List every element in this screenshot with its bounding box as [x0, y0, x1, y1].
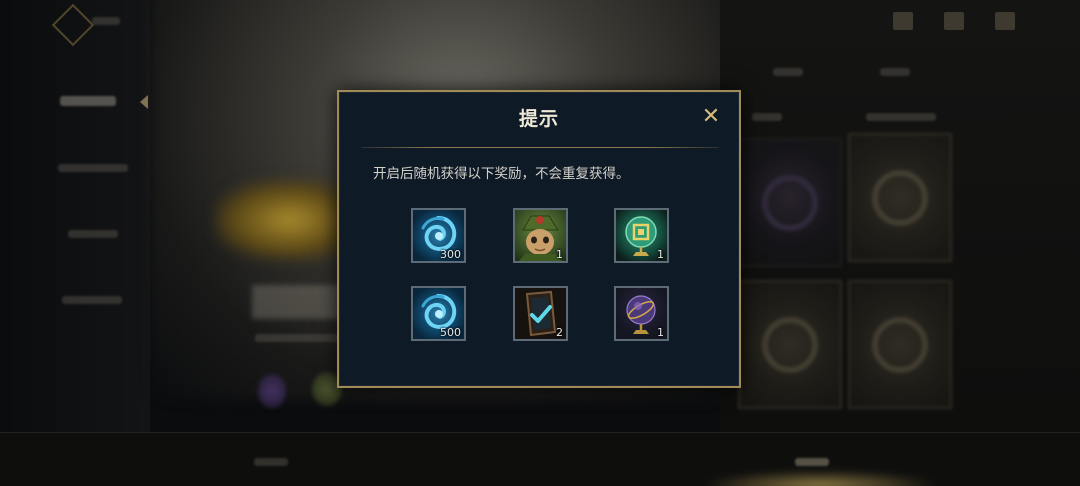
- hero-title-blur: [252, 285, 342, 319]
- sidebar-item-4[interactable]: [62, 296, 122, 304]
- reward-count: 300: [440, 248, 461, 261]
- tab-1-blur[interactable]: [773, 68, 803, 76]
- bg-tile-4: [848, 280, 952, 409]
- top-icon-3[interactable]: [995, 12, 1015, 30]
- reward-item[interactable]: 1: [614, 286, 669, 341]
- sidebar-item-active[interactable]: [60, 96, 116, 106]
- sidebar-active-marker: [140, 95, 148, 109]
- reward-item[interactable]: 500: [411, 286, 466, 341]
- filter-1-blur[interactable]: [752, 113, 782, 121]
- top-icon-2[interactable]: [944, 12, 964, 30]
- bottom-button-2-blur[interactable]: [795, 458, 829, 466]
- bg-tile-1: [738, 138, 842, 267]
- bg-orb-1: [258, 374, 286, 408]
- sidebar-item-3[interactable]: [68, 230, 118, 238]
- reward-preview-dialog: 提示 ✕ 开启后随机获得以下奖励，不会重复获得。 300 1 1 500 2 1: [337, 90, 741, 388]
- dialog-title: 提示: [518, 108, 559, 130]
- dialog-description: 开启后随机获得以下奖励，不会重复获得。: [373, 166, 630, 182]
- reward-item[interactable]: 300: [411, 208, 466, 263]
- title-divider: [361, 147, 719, 148]
- tab-2-blur[interactable]: [880, 68, 910, 76]
- header-label-blur: [92, 17, 120, 25]
- sidebar-item-2[interactable]: [58, 164, 128, 172]
- bg-tile-3: [738, 280, 842, 409]
- close-icon[interactable]: ✕: [700, 106, 722, 128]
- top-icon-1[interactable]: [893, 12, 913, 30]
- reward-count: 2: [556, 326, 563, 339]
- reward-count: 500: [440, 326, 461, 339]
- reward-count: 1: [556, 248, 563, 261]
- sidebar-background: [0, 0, 150, 486]
- filter-2-blur[interactable]: [866, 113, 936, 121]
- bottom-glow: [700, 470, 940, 486]
- reward-item[interactable]: 2: [513, 286, 568, 341]
- reward-item[interactable]: 1: [513, 208, 568, 263]
- reward-count: 1: [657, 326, 664, 339]
- reward-item[interactable]: 1: [614, 208, 669, 263]
- bottom-button-1-blur[interactable]: [254, 458, 288, 466]
- reward-count: 1: [657, 248, 664, 261]
- hero-subtitle-blur: [255, 334, 340, 342]
- bg-tile-2: [848, 133, 952, 262]
